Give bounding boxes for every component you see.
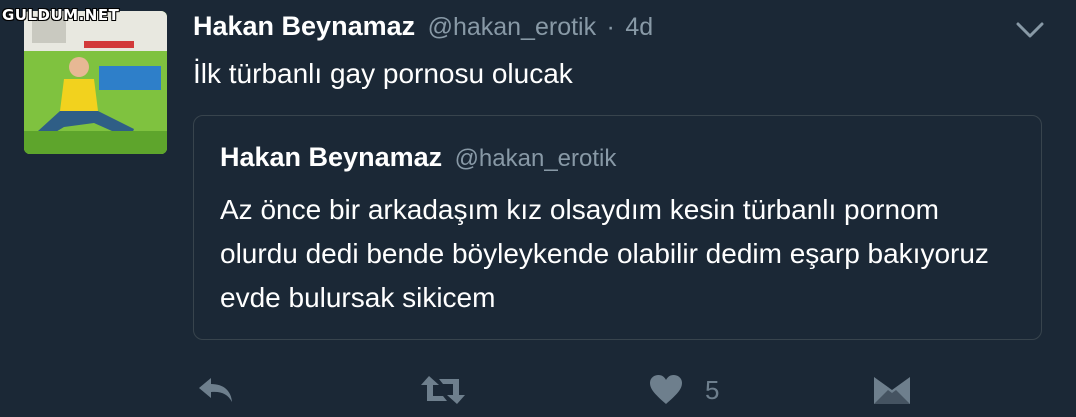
more-options-button[interactable] xyxy=(1015,20,1045,40)
tweet-actions-bar: 5 xyxy=(0,368,1076,412)
site-watermark: GULDUM.NET xyxy=(2,6,120,24)
avatar[interactable] xyxy=(24,11,167,154)
retweet-button[interactable] xyxy=(419,368,467,412)
tweet-text: İlk türbanlı gay pornosu olucak xyxy=(193,58,573,89)
avatar-image xyxy=(24,11,167,154)
quoted-display-name: Hakan Beynamaz xyxy=(220,142,443,172)
like-button[interactable]: 5 xyxy=(649,368,719,412)
quoted-user-handle: @hakan_erotik xyxy=(454,145,617,172)
reply-icon xyxy=(199,378,232,402)
quoted-tweet-text: Az önce bir arkadaşım kız olsaydım kesin… xyxy=(220,194,989,313)
envelope-icon xyxy=(874,377,910,404)
reply-button[interactable] xyxy=(195,368,235,412)
tweet-timestamp[interactable]: 4d xyxy=(625,13,653,41)
tweet-header: Hakan Beynamaz @hakan_erotik · 4d xyxy=(193,11,653,42)
like-count: 5 xyxy=(705,374,720,405)
quoted-tweet-card[interactable]: Hakan Beynamaz @hakan_erotik Az önce bir… xyxy=(193,115,1042,340)
display-name[interactable]: Hakan Beynamaz xyxy=(193,11,415,41)
heart-icon xyxy=(650,375,682,404)
quoted-tweet-header: Hakan Beynamaz @hakan_erotik xyxy=(220,142,616,173)
separator-dot: · xyxy=(606,13,615,41)
direct-message-button[interactable] xyxy=(872,368,912,412)
retweet-icon xyxy=(421,376,465,404)
user-handle[interactable]: @hakan_erotik xyxy=(428,13,597,41)
chevron-down-icon xyxy=(1016,22,1044,38)
